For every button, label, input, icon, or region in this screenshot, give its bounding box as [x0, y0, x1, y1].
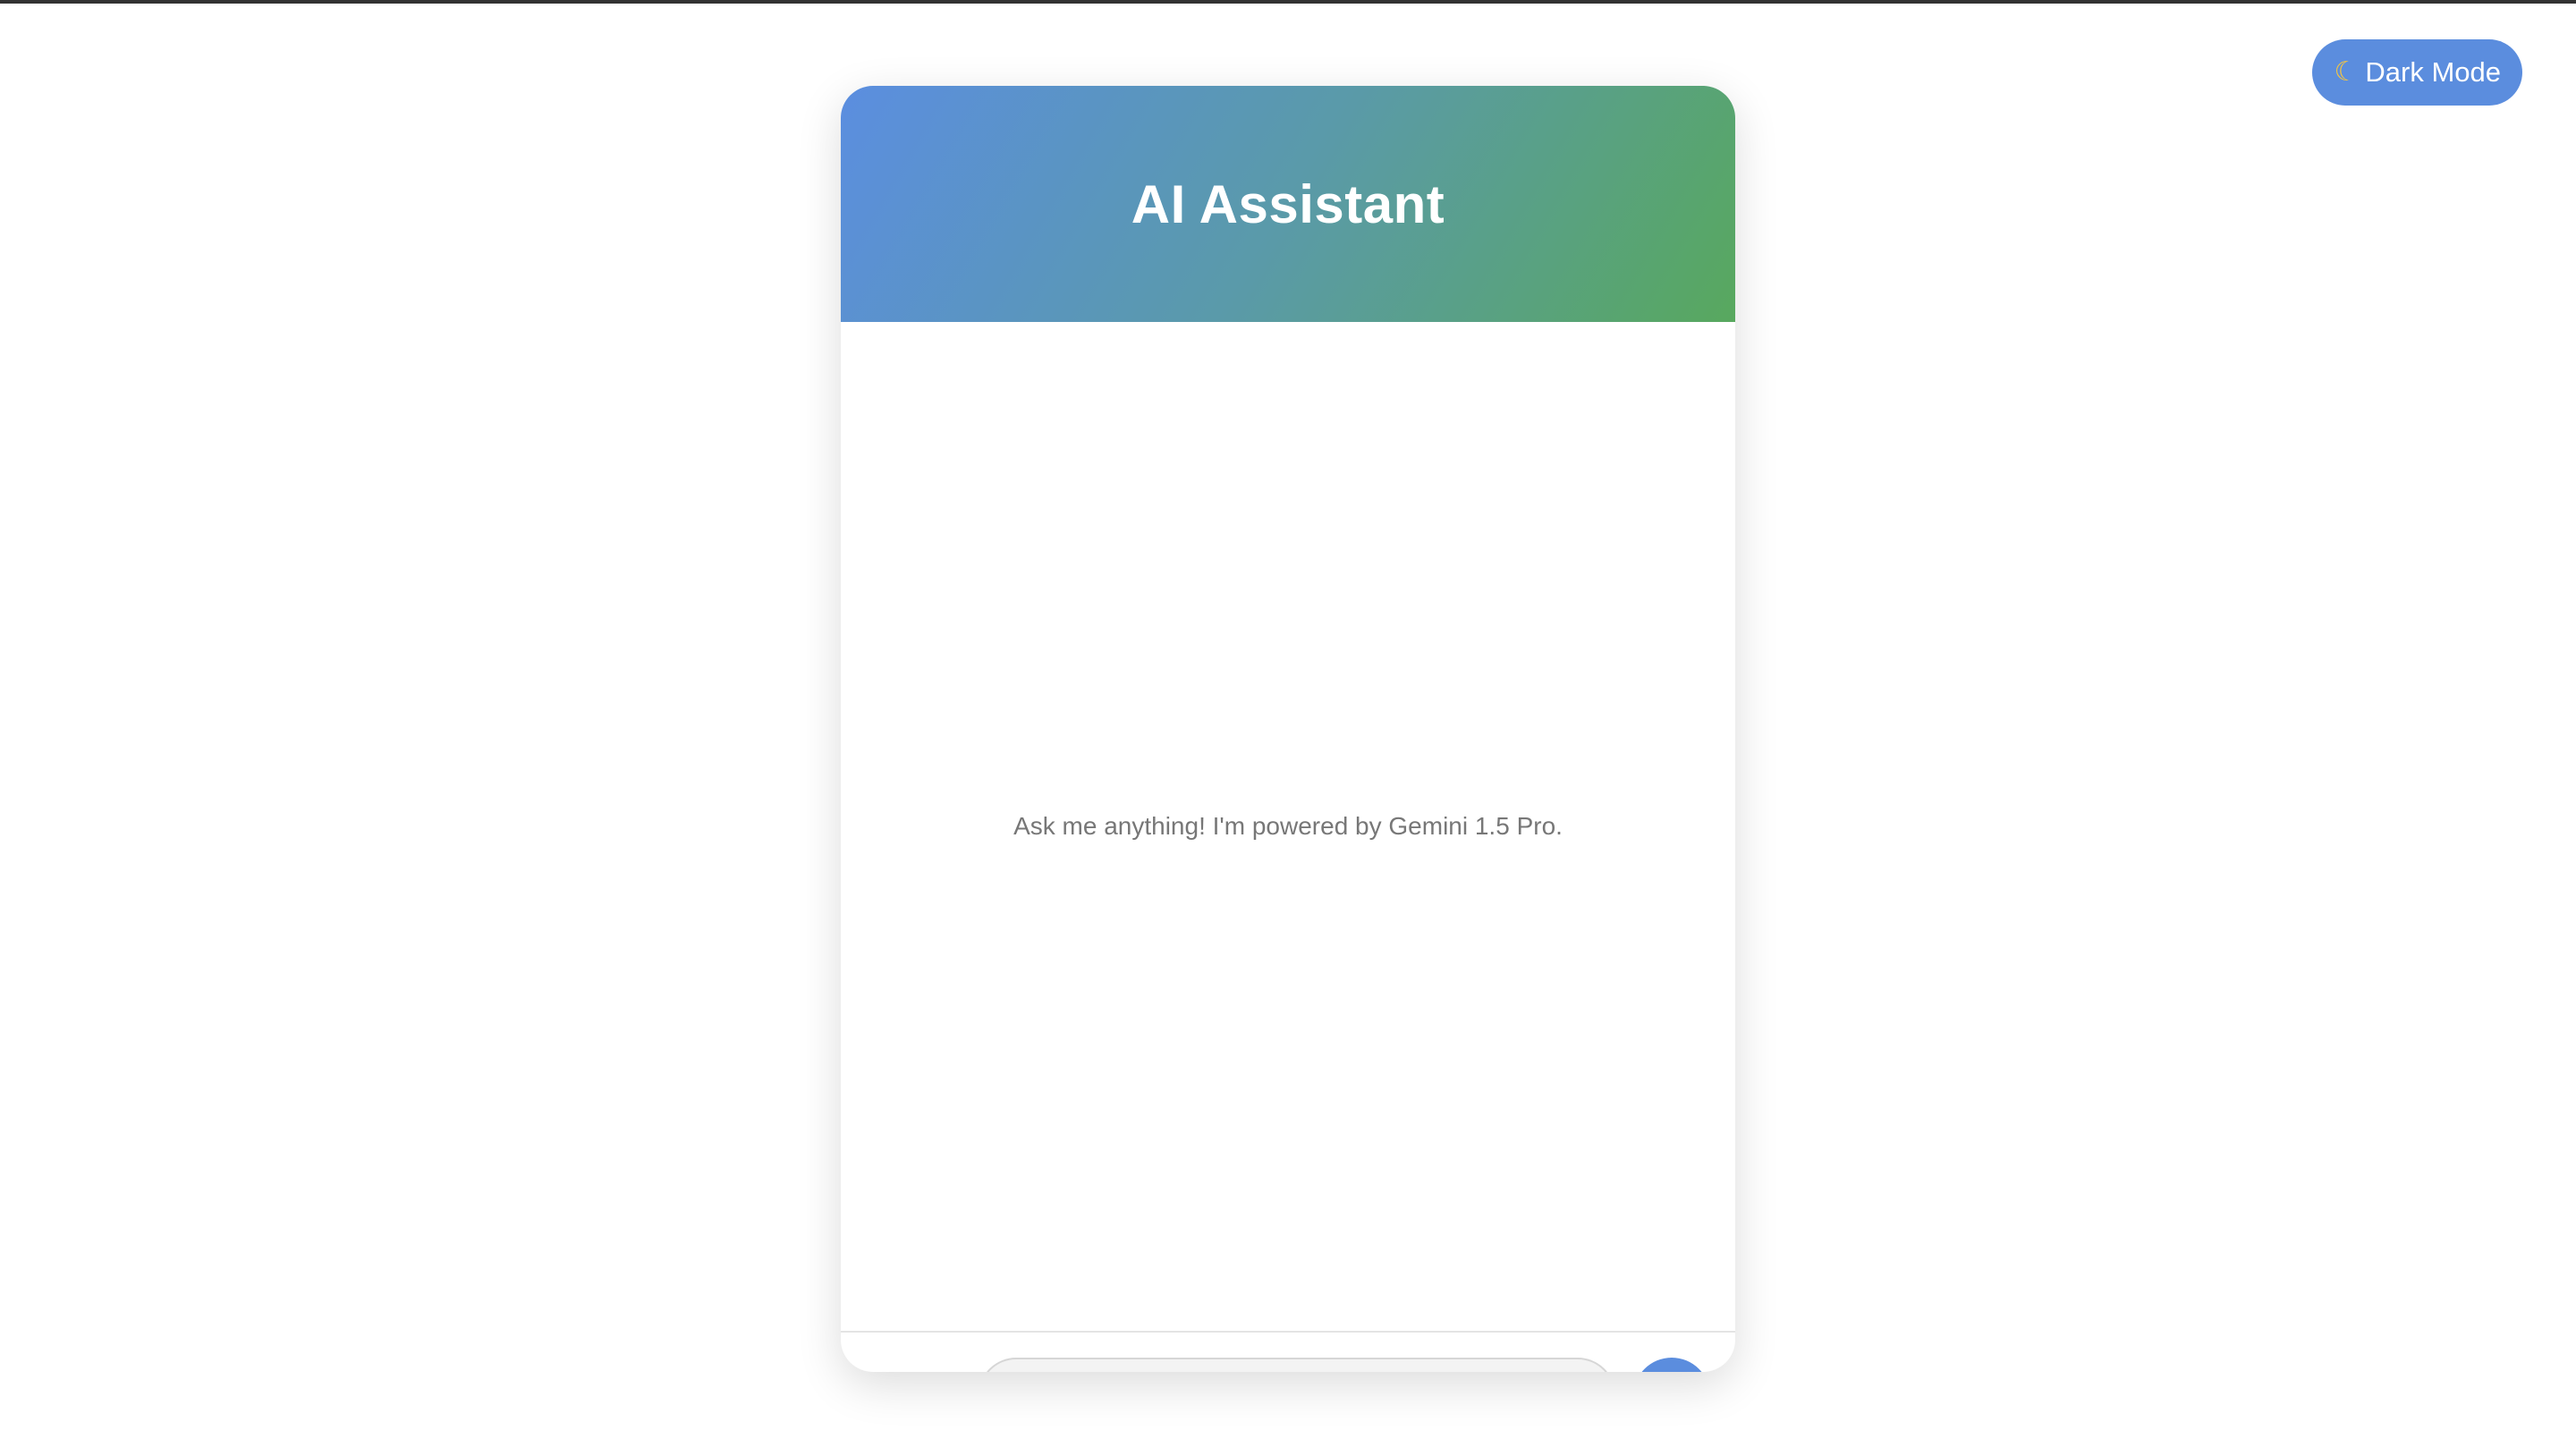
message-list[interactable]: Ask me anything! I'm powered by Gemini 1… — [841, 322, 1735, 1333]
send-button[interactable] — [1633, 1358, 1710, 1372]
dark-mode-label: Dark Mode — [2365, 56, 2501, 88]
empty-state-hint: Ask me anything! I'm powered by Gemini 1… — [1013, 812, 1563, 840]
chat-header: AI Assistant — [841, 86, 1735, 322]
dark-mode-toggle-button[interactable]: ☾ Dark Mode — [2312, 39, 2522, 106]
moon-icon: ☾ — [2334, 57, 2359, 87]
top-border — [0, 0, 2576, 4]
chat-input-bar — [841, 1333, 1735, 1372]
chat-container: AI Assistant Ask me anything! I'm powere… — [841, 86, 1735, 1372]
message-input[interactable] — [979, 1358, 1615, 1372]
page-title: AI Assistant — [1131, 174, 1445, 234]
